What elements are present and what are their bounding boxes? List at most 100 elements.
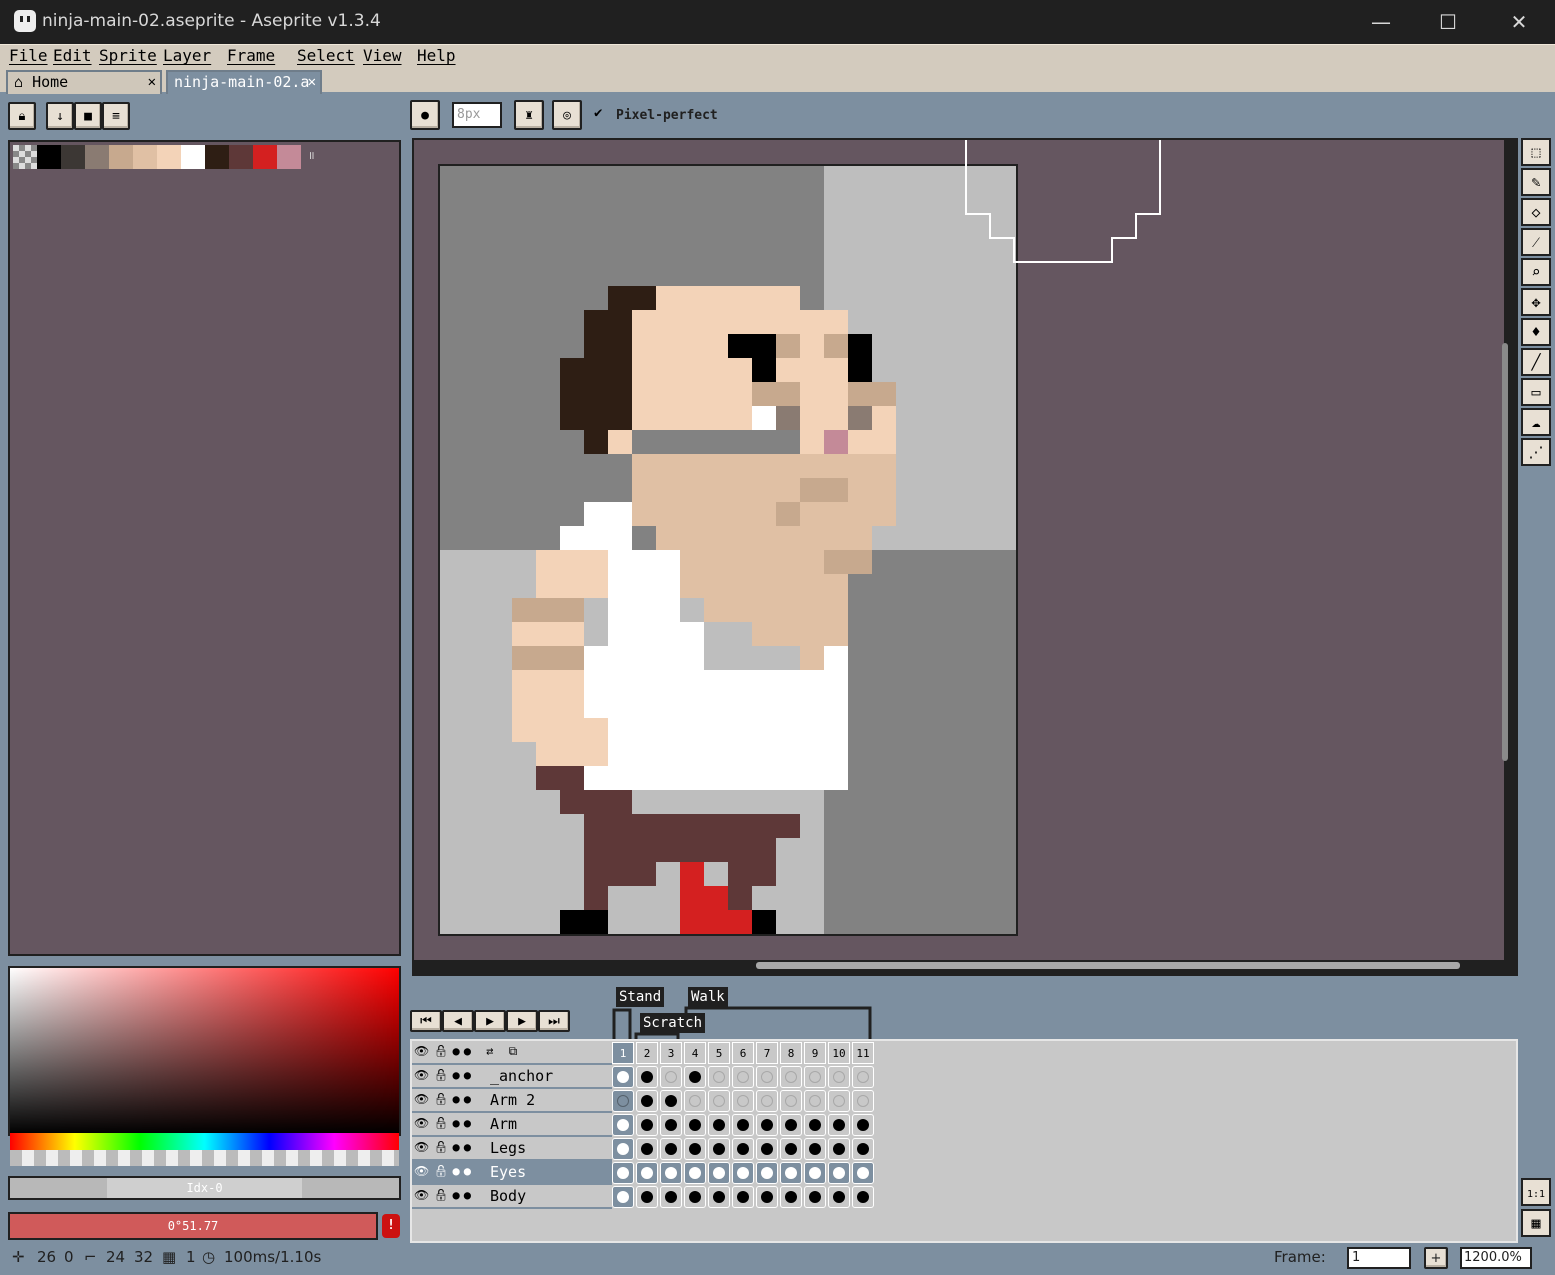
- palette-swatch[interactable]: [181, 145, 205, 169]
- palette-swatch[interactable]: [157, 145, 181, 169]
- cel[interactable]: [756, 1186, 778, 1208]
- cel[interactable]: [636, 1186, 658, 1208]
- horizontal-scrollbar[interactable]: [756, 962, 1460, 969]
- frame-header-3[interactable]: 3: [660, 1042, 682, 1064]
- cel[interactable]: [732, 1162, 754, 1184]
- cel[interactable]: [756, 1066, 778, 1088]
- cel[interactable]: [828, 1114, 850, 1136]
- cel[interactable]: [636, 1162, 658, 1184]
- cel[interactable]: [756, 1114, 778, 1136]
- layer-row[interactable]: 👁︎🔓︎●● Eyes: [412, 1161, 612, 1185]
- cel[interactable]: [732, 1066, 754, 1088]
- lock-palette-button[interactable]: 🔒︎: [8, 102, 36, 130]
- cel[interactable]: [780, 1162, 802, 1184]
- cel[interactable]: [828, 1162, 850, 1184]
- frame-header-10[interactable]: 10: [828, 1042, 850, 1064]
- cel[interactable]: [636, 1090, 658, 1112]
- cel[interactable]: [660, 1114, 682, 1136]
- cel[interactable]: [660, 1186, 682, 1208]
- brush-size-input[interactable]: 8px: [452, 102, 502, 128]
- cel[interactable]: [804, 1066, 826, 1088]
- frame-header-4[interactable]: 4: [684, 1042, 706, 1064]
- cel[interactable]: [684, 1162, 706, 1184]
- cel[interactable]: [660, 1162, 682, 1184]
- menu-view[interactable]: View: [363, 46, 402, 65]
- cel[interactable]: [732, 1114, 754, 1136]
- cel[interactable]: [780, 1066, 802, 1088]
- cel[interactable]: [804, 1138, 826, 1160]
- cel[interactable]: [708, 1066, 730, 1088]
- hue-slider[interactable]: [10, 1133, 399, 1150]
- cel[interactable]: [852, 1162, 874, 1184]
- layer-visibility-lock-icons[interactable]: 👁︎🔓︎●●: [414, 1164, 475, 1178]
- eyedropper-tool-icon[interactable]: ⁄: [1521, 228, 1551, 256]
- layer-visibility-lock-icons[interactable]: 👁︎🔓︎●●: [414, 1116, 475, 1130]
- layer-name[interactable]: _anchor: [490, 1067, 553, 1085]
- layer-visibility-lock-icons[interactable]: 👁︎🔓︎●●: [414, 1068, 475, 1082]
- palette-swatch[interactable]: [253, 145, 277, 169]
- frame-header-6[interactable]: 6: [732, 1042, 754, 1064]
- marquee-tool-icon[interactable]: ⬚: [1521, 138, 1551, 166]
- timeline-toggle-icon[interactable]: ▦: [1521, 1209, 1551, 1237]
- alpha-slider[interactable]: [10, 1150, 399, 1166]
- palette-swatch[interactable]: [61, 145, 85, 169]
- cel[interactable]: [756, 1162, 778, 1184]
- cel[interactable]: [636, 1066, 658, 1088]
- actual-size-icon[interactable]: 1:1: [1521, 1178, 1551, 1206]
- cel[interactable]: [828, 1138, 850, 1160]
- minimize-icon[interactable]: —: [1346, 0, 1416, 44]
- checkbox-icon[interactable]: ✔: [594, 105, 602, 121]
- tab-close-icon[interactable]: ✕: [148, 72, 156, 92]
- layer-visibility-lock-icons[interactable]: 👁︎🔓︎●●: [414, 1092, 475, 1106]
- cel[interactable]: [660, 1138, 682, 1160]
- rectangle-tool-icon[interactable]: ▭: [1521, 378, 1551, 406]
- cel[interactable]: [780, 1090, 802, 1112]
- frame-header-9[interactable]: 9: [804, 1042, 826, 1064]
- sort-palette-button[interactable]: ↓: [46, 102, 74, 130]
- palette-preset-button[interactable]: ■: [74, 102, 102, 130]
- blur-tool-icon[interactable]: ⋰: [1521, 438, 1551, 466]
- menu-edit[interactable]: Edit: [53, 46, 92, 65]
- contour-tool-icon[interactable]: ☁: [1521, 408, 1551, 436]
- paint-bucket-tool-icon[interactable]: ♦: [1521, 318, 1551, 346]
- layer-name[interactable]: Eyes: [490, 1163, 526, 1181]
- menu-help[interactable]: Help: [417, 46, 456, 65]
- layer-row[interactable]: 👁︎🔓︎●● Body: [412, 1185, 612, 1209]
- sprite-editor[interactable]: [412, 138, 1518, 976]
- play-button[interactable]: ▶: [474, 1010, 506, 1032]
- cel[interactable]: [612, 1162, 634, 1184]
- first-frame-button[interactable]: ⏮: [410, 1010, 442, 1032]
- palette-swatch[interactable]: [277, 145, 301, 169]
- layer-row[interactable]: 👁︎🔓︎●● _anchor: [412, 1065, 612, 1089]
- cel[interactable]: [852, 1138, 874, 1160]
- layer-row[interactable]: 👁︎🔓︎●● Arm 2: [412, 1089, 612, 1113]
- cel[interactable]: [708, 1090, 730, 1112]
- dynamics-button[interactable]: ◎: [552, 100, 582, 130]
- menu-frame[interactable]: Frame: [227, 46, 275, 65]
- frame-header-2[interactable]: 2: [636, 1042, 658, 1064]
- cel[interactable]: [612, 1186, 634, 1208]
- cel[interactable]: [732, 1138, 754, 1160]
- ink-type-button[interactable]: ♜: [514, 100, 544, 130]
- cel[interactable]: [660, 1090, 682, 1112]
- tab-ninja-main[interactable]: ninja-main-02.a ✕: [166, 70, 322, 94]
- cel[interactable]: [852, 1114, 874, 1136]
- foreground-color-bar[interactable]: 0°51.77: [8, 1212, 378, 1240]
- tab-home[interactable]: ⌂ Home ✕: [6, 70, 162, 94]
- cel[interactable]: [684, 1066, 706, 1088]
- cel[interactable]: [804, 1162, 826, 1184]
- color-index-bar[interactable]: Idx-0: [8, 1176, 401, 1200]
- transparent-swatch[interactable]: [13, 145, 37, 169]
- cel[interactable]: [852, 1186, 874, 1208]
- frame-header-7[interactable]: 7: [756, 1042, 778, 1064]
- cel[interactable]: [684, 1090, 706, 1112]
- menu-select[interactable]: Select: [297, 46, 355, 65]
- cel[interactable]: [612, 1090, 634, 1112]
- zoom-tool-icon[interactable]: ⌕: [1521, 258, 1551, 286]
- cel[interactable]: [612, 1114, 634, 1136]
- brush-type-button[interactable]: ●: [410, 100, 440, 130]
- layer-name[interactable]: Legs: [490, 1139, 526, 1157]
- cel[interactable]: [780, 1186, 802, 1208]
- palette-swatch[interactable]: [133, 145, 157, 169]
- cel[interactable]: [828, 1066, 850, 1088]
